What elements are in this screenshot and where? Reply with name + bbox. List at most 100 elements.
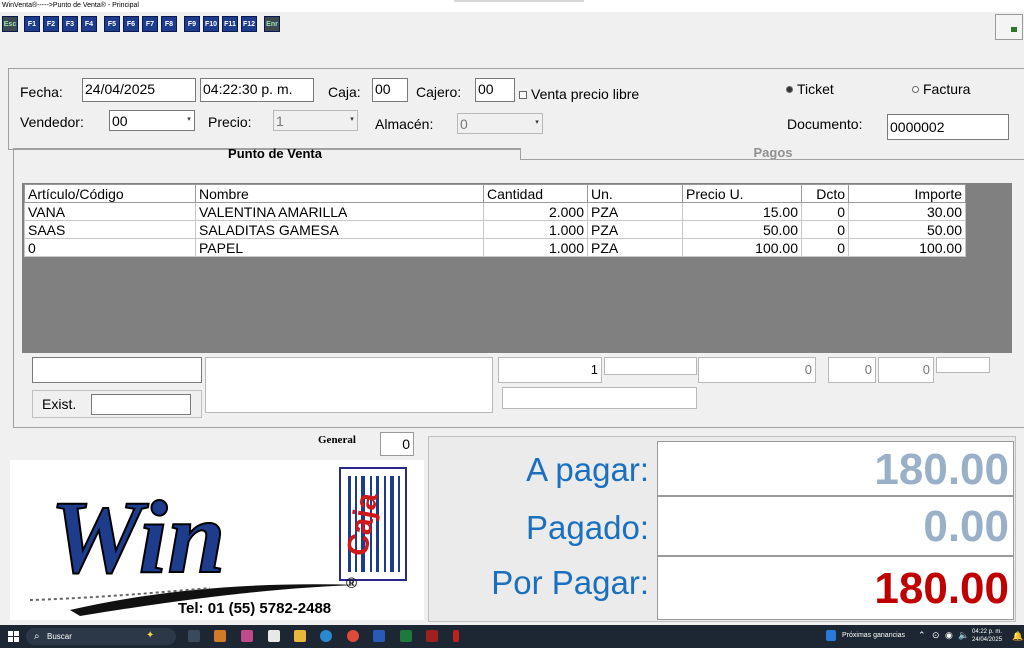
wifi-icon[interactable]: ◉ (945, 630, 953, 641)
column-header-importe[interactable]: Importe (848, 184, 966, 203)
search-icon: ⌕ (34, 631, 40, 642)
sale-items-grid[interactable]: Artículo/Código Nombre Cantidad Un. Prec… (22, 183, 1012, 353)
dcto-entry-field[interactable]: 0 (828, 357, 876, 383)
taskbar-clock[interactable]: 04:22 p. m. 24/04/2025 (972, 628, 1002, 644)
cell-dcto: 0 (801, 202, 849, 221)
cell-precio: 50.00 (682, 220, 802, 239)
toolbar-button-f11[interactable]: F11 (222, 16, 238, 32)
exist-field[interactable] (91, 394, 191, 415)
news-icon[interactable] (826, 630, 836, 641)
toolbar-button-f12[interactable]: F12 (241, 16, 257, 32)
table-row[interactable]: SAAS SALADITAS GAMESA 1.000 PZA 50.00 0 … (24, 220, 966, 239)
chevron-down-icon: ▾ (187, 116, 191, 123)
column-header-codigo[interactable]: Artículo/Código (24, 184, 196, 203)
column-header-precio[interactable]: Precio U. (682, 184, 802, 203)
ticket-radio[interactable] (786, 86, 793, 93)
cell-precio: 15.00 (682, 202, 802, 221)
precio-select[interactable]: 1 ▾ (273, 110, 358, 131)
toolbar-button-f2[interactable]: F2 (43, 16, 59, 32)
clock-time: 04:22 p. m. (972, 629, 1003, 635)
toolbar-button-f3[interactable]: F3 (62, 16, 78, 32)
toolbar-button-esc[interactable]: Esc (2, 16, 18, 32)
toolbar-button-f5[interactable]: F5 (104, 16, 120, 32)
cell-codigo: SAAS (24, 220, 196, 239)
precio-entry-field[interactable]: 0 (698, 357, 816, 383)
fecha-field[interactable]: 24/04/2025 (82, 78, 196, 102)
toolbar-button-f9[interactable]: F9 (184, 16, 200, 32)
chrome-icon[interactable] (347, 630, 359, 642)
ticket-label: Ticket (797, 81, 834, 97)
windows-start-icon[interactable] (8, 631, 19, 642)
column-header-un[interactable]: Un. (587, 184, 683, 203)
dcto2-entry-field[interactable]: 0 (878, 357, 934, 383)
app-icon[interactable] (241, 630, 253, 642)
codigo-entry-field[interactable] (32, 357, 202, 383)
news-text[interactable]: Próximas ganancias (842, 632, 905, 639)
task-view-icon[interactable] (188, 630, 200, 642)
venta-libre-checkbox[interactable] (519, 91, 527, 99)
general-label: General (318, 434, 356, 446)
tab-punto-de-venta[interactable]: Punto de Venta (30, 148, 520, 160)
por-pagar-value: 180.00 (657, 556, 1014, 620)
wincaja-app-icon[interactable] (426, 630, 438, 642)
table-header-row: Artículo/Código Nombre Cantidad Un. Prec… (24, 184, 966, 203)
file-explorer-icon[interactable] (294, 630, 306, 642)
logo-registered-mark: ® (346, 575, 357, 592)
almacen-select[interactable]: 0 ▾ (457, 113, 543, 134)
general-field[interactable]: 0 (380, 432, 414, 456)
store-icon[interactable] (268, 630, 280, 642)
column-header-cantidad[interactable]: Cantidad (483, 184, 588, 203)
cell-un: PZA (587, 202, 683, 221)
cajero-label: Cajero: (416, 84, 462, 100)
importe-entry-field[interactable] (936, 357, 990, 373)
precio-label: Precio: (208, 114, 252, 130)
copilot-icon[interactable] (214, 630, 226, 642)
cell-codigo: 0 (24, 238, 196, 257)
search-placeholder: Buscar (47, 632, 72, 641)
taskbar-search-box[interactable]: ⌕ Buscar ✦ (26, 628, 176, 645)
toolbar-button-f4[interactable]: F4 (81, 16, 97, 32)
toolbar-button-f8[interactable]: F8 (161, 16, 177, 32)
nota-entry-field[interactable] (502, 387, 697, 409)
exist-label: Exist. (42, 396, 77, 412)
table-row[interactable]: VANA VALENTINA AMARILLA 2.000 PZA 15.00 … (24, 202, 966, 221)
fecha-label: Fecha: (20, 84, 63, 100)
almacen-value: 0 (460, 116, 468, 132)
documento-field[interactable]: 0000002 (887, 114, 1009, 140)
hora-field[interactable]: 04:22:30 p. m. (200, 78, 314, 102)
chevron-down-icon: ▾ (350, 116, 354, 123)
caja-label: Caja: (328, 84, 361, 100)
column-header-nombre[interactable]: Nombre (195, 184, 484, 203)
vendedor-select[interactable]: 00 ▾ (109, 110, 195, 131)
cell-importe: 100.00 (848, 238, 966, 257)
cantidad-entry-field[interactable]: 1 (498, 357, 602, 383)
toolbar-button-enr[interactable]: Enr (264, 16, 280, 32)
column-header-dcto[interactable]: Dcto (801, 184, 849, 203)
unidad-entry-field[interactable] (604, 357, 697, 375)
a-pagar-label: A pagar: (526, 451, 649, 488)
factura-radio[interactable] (912, 86, 919, 93)
a-pagar-value: 180.00 (657, 441, 1014, 496)
window-title: WinVenta®----->Punto de Venta® - Princip… (2, 2, 139, 9)
toolbar-button-f7[interactable]: F7 (142, 16, 158, 32)
toolbar-button-f1[interactable]: F1 (24, 16, 40, 32)
cajero-field[interactable]: 00 (475, 78, 515, 102)
almacen-label: Almacén: (375, 116, 434, 132)
totals-panel: A pagar: 180.00 Pagado: 0.00 Por Pagar: … (428, 436, 1016, 622)
word-icon[interactable] (373, 630, 385, 642)
notification-icon[interactable]: 🔔 (1012, 631, 1023, 642)
volume-icon[interactable]: 🔈 (958, 630, 969, 641)
table-row[interactable]: 0 PAPEL 1.000 PZA 100.00 0 100.00 (24, 238, 966, 257)
descripcion-entry-field[interactable] (205, 357, 493, 413)
clock-date: 24/04/2025 (972, 637, 1003, 643)
toolbar-button-f10[interactable]: F10 (203, 16, 219, 32)
location-icon[interactable]: ⊙ (932, 630, 940, 641)
printer-icon[interactable] (995, 14, 1023, 40)
tab-pagos[interactable]: Pagos (520, 148, 1024, 160)
edge-icon[interactable] (320, 630, 332, 642)
caja-field[interactable]: 00 (372, 78, 408, 102)
toolbar-button-f6[interactable]: F6 (123, 16, 139, 32)
excel-icon[interactable] (400, 630, 412, 642)
chevron-up-icon[interactable]: ⌃ (918, 630, 926, 641)
app-icon-2[interactable] (453, 630, 459, 642)
